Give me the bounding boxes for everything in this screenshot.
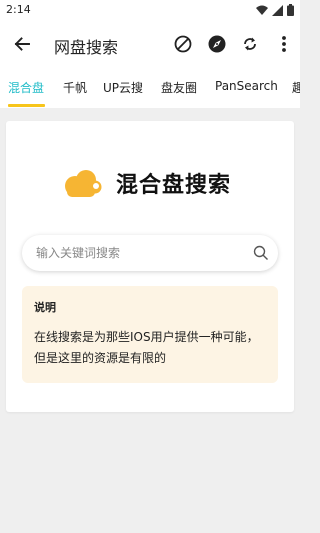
- tab-panyouquan[interactable]: 盘友圈: [161, 79, 197, 96]
- tab-indicator: [8, 104, 45, 107]
- block-button[interactable]: [171, 32, 195, 56]
- search-input[interactable]: [36, 235, 246, 271]
- note-title: 说明: [34, 301, 56, 314]
- cloud-logo-icon: [65, 170, 102, 197]
- app-bar: 网盘搜索: [0, 22, 300, 66]
- tab-qianfan[interactable]: 千帆: [63, 79, 87, 96]
- more-button[interactable]: [272, 32, 296, 56]
- status-time: 2:14: [6, 3, 31, 16]
- status-icons: [256, 4, 294, 16]
- compass-button[interactable]: [205, 32, 229, 56]
- refresh-icon: [244, 37, 256, 51]
- arrow-left-icon: [14, 37, 30, 51]
- brand-title: 混合盘搜索: [116, 173, 232, 198]
- search-button[interactable]: [252, 244, 270, 262]
- tab-pansearch[interactable]: PanSearch: [215, 79, 278, 93]
- block-icon: [174, 35, 192, 53]
- note-text: 在线搜索是为那些IOS用户提供一种可能，但是这里的资源是有限的: [34, 330, 259, 365]
- refresh-button[interactable]: [238, 32, 262, 56]
- compass-icon: [208, 35, 226, 53]
- status-bar: 2:14: [0, 0, 300, 22]
- signal-icon: [272, 4, 283, 16]
- tab-hunhepan[interactable]: 混合盘: [8, 79, 44, 96]
- tab-bar: 混合盘 千帆 UP云搜 盘友圈 PanSearch 趣: [0, 66, 300, 108]
- tab-qu[interactable]: 趣: [292, 79, 300, 96]
- tab-up-yunsou[interactable]: UP云搜: [103, 79, 143, 96]
- battery-icon: [287, 4, 294, 16]
- back-button[interactable]: [10, 32, 34, 56]
- search-icon: [253, 245, 268, 260]
- brand: 混合盘搜索: [62, 167, 231, 199]
- search-card: 混合盘搜索 说明 在线搜索是为那些IOS用户提供一种可能，但是这里的资源是有限的: [6, 121, 294, 412]
- page-title: 网盘搜索: [54, 38, 119, 57]
- info-note: 说明 在线搜索是为那些IOS用户提供一种可能，但是这里的资源是有限的: [22, 286, 278, 383]
- wifi-icon: [256, 5, 268, 15]
- more-vertical-icon: [282, 36, 286, 52]
- search-box: [22, 235, 278, 271]
